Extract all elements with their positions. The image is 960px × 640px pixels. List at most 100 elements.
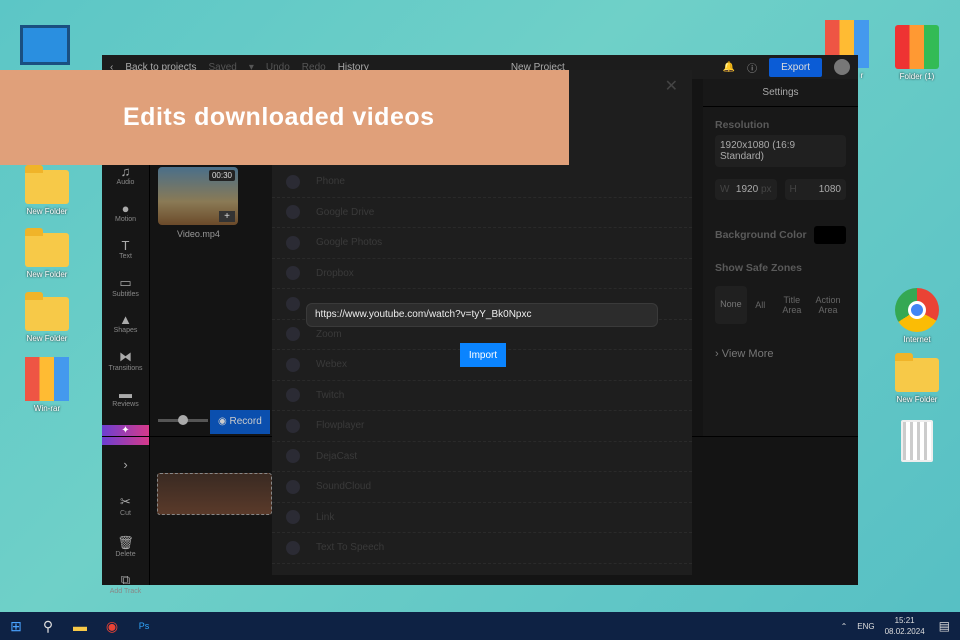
source-label: Text To Speech	[316, 542, 385, 554]
search-icon[interactable]: ⚲	[32, 618, 64, 635]
play-icon	[286, 418, 300, 433]
desktop-icon-this-pc[interactable]	[10, 25, 80, 65]
view-more-toggle[interactable]: › View More	[715, 348, 846, 360]
caption-banner: Edits downloaded videos	[0, 70, 569, 165]
rail-label: Transitions	[108, 365, 143, 372]
rail-label: Audio	[116, 179, 135, 186]
icon-label: r	[860, 71, 864, 80]
rail-subtitles[interactable]: ▭ Subtitles	[102, 271, 149, 308]
rail-transitions[interactable]: ⧓ Transitions	[102, 345, 149, 382]
source-label: Dropbox	[316, 267, 354, 279]
w-value: 1920	[735, 184, 759, 195]
rail-audio[interactable]: ♫ Audio	[102, 160, 149, 197]
chevron-up-icon[interactable]: ⌃	[841, 622, 848, 631]
cloud-icon	[286, 296, 300, 311]
height-input[interactable]: H 1080	[784, 179, 846, 200]
source-google-drive[interactable]: Google Drive	[272, 198, 692, 228]
winrar-icon	[25, 357, 69, 401]
bg-color-swatch[interactable]	[814, 226, 846, 244]
source-dropbox[interactable]: Dropbox	[272, 259, 692, 289]
google-drive-icon	[286, 205, 300, 220]
zone-action-area[interactable]: Action Area	[810, 295, 846, 315]
link-icon	[286, 510, 300, 525]
source-flowplayer[interactable]: Flowplayer	[272, 411, 692, 442]
rail-reviews[interactable]: ▬ Reviews	[102, 382, 149, 419]
desktop-icon-internet[interactable]: Internet	[882, 288, 952, 344]
folder-icon	[895, 353, 939, 392]
source-label: Webex	[316, 359, 347, 371]
transitions-icon: ⧓	[119, 349, 132, 364]
video-thumbnail[interactable]: 00:30 +	[158, 167, 238, 225]
desktop-icon-folder-1[interactable]: Folder (1)	[882, 25, 952, 81]
source-google-photos[interactable]: Google Photos	[272, 228, 692, 259]
desktop-icon-folder[interactable]: New Folder	[882, 353, 952, 404]
rail-motion[interactable]: ● Motion	[102, 197, 149, 234]
rail-label: Shapes	[113, 327, 138, 334]
webex-icon	[286, 357, 300, 372]
record-button[interactable]: ◉ Record	[210, 410, 270, 434]
zone-title-area[interactable]: Title Area	[774, 295, 810, 315]
dejacast-icon	[286, 449, 300, 464]
bell-icon[interactable]: 🔔	[723, 62, 735, 73]
clock[interactable]: 15:21 08.02.2024	[885, 615, 925, 637]
rail-label: Motion	[114, 216, 136, 223]
resolution-select[interactable]: 1920x1080 (16:9 Standard)	[715, 135, 846, 167]
motion-icon: ●	[121, 201, 130, 216]
zoom-slider[interactable]	[158, 415, 208, 425]
source-label: Zoom	[316, 328, 342, 340]
source-label: Phone	[316, 176, 345, 188]
source-dejacast[interactable]: DejaCast	[272, 442, 692, 472]
time: 15:21	[894, 616, 915, 625]
source-soundcloud[interactable]: SoundCloud	[272, 472, 692, 503]
export-button[interactable]: Export	[769, 57, 822, 77]
subtitles-icon: ▭	[119, 275, 132, 290]
source-twitch[interactable]: Twitch	[272, 381, 692, 411]
desktop-icon-folder[interactable]: New Folder	[12, 165, 82, 216]
chrome-icon[interactable]: ◉	[96, 618, 128, 635]
source-text-to-speech[interactable]: Text To Speech	[272, 533, 692, 564]
windows-start-icon[interactable]: ⊞	[0, 618, 32, 635]
chrome-icon	[895, 288, 939, 332]
icon-label: New Folder	[896, 395, 938, 404]
record-icon: ◉	[218, 416, 230, 427]
width-input[interactable]: W 1920 px	[715, 179, 777, 200]
rail-shapes[interactable]: ▲ Shapes	[102, 308, 149, 345]
url-input[interactable]: https://www.youtube.com/watch?v=tyY_Bk0N…	[306, 303, 658, 327]
folder-icon	[25, 228, 69, 267]
desktop-icon-folder[interactable]: New Folder	[12, 228, 82, 279]
icon-label: New Folder	[26, 334, 68, 343]
resolution-label: Resolution	[715, 119, 770, 131]
taskbar: ⊞ ⚲ ▬ ◉ Ps ⌃ ENG 15:21 08.02.2024 ▤	[0, 612, 960, 640]
close-icon[interactable]: ✕	[665, 76, 678, 96]
desktop-icon-folder[interactable]: New Folder	[12, 292, 82, 343]
notification-icon[interactable]: ▤	[939, 619, 950, 633]
media-filename: Video.mp4	[177, 229, 220, 239]
add-icon[interactable]: +	[219, 211, 235, 222]
rail-text[interactable]: T Text	[102, 234, 149, 271]
text-icon: T	[121, 238, 130, 253]
source-label: Google Drive	[316, 206, 375, 218]
timeline-clip[interactable]	[157, 473, 272, 515]
h-label: H	[789, 184, 797, 195]
import-button[interactable]: Import	[460, 343, 506, 367]
icon-label: Internet	[903, 335, 931, 344]
record-label: Record	[229, 416, 262, 427]
settings-panel: Settings Resolution 1920x1080 (16:9 Stan…	[703, 79, 858, 436]
photoshop-icon[interactable]: Ps	[128, 621, 160, 631]
tool-label: Add Track	[109, 588, 142, 595]
recycle-bin[interactable]	[882, 420, 952, 462]
desktop-icon-winrar[interactable]: Win-rar	[12, 357, 82, 413]
safe-zones-label: Show Safe Zones	[715, 262, 802, 274]
file-explorer-icon[interactable]: ▬	[64, 618, 96, 634]
language-indicator[interactable]: ENG	[857, 622, 874, 631]
binders-icon	[895, 25, 939, 69]
help-icon[interactable]: ⓘ	[747, 60, 757, 75]
zone-none[interactable]: None	[715, 286, 747, 324]
avatar[interactable]	[834, 59, 850, 75]
source-phone[interactable]: Phone	[272, 167, 692, 198]
source-link[interactable]: Link	[272, 503, 692, 533]
folder-icon	[25, 165, 69, 204]
folder-icon	[25, 292, 69, 331]
source-label: Link	[316, 511, 335, 523]
zone-all[interactable]: All	[747, 300, 774, 310]
